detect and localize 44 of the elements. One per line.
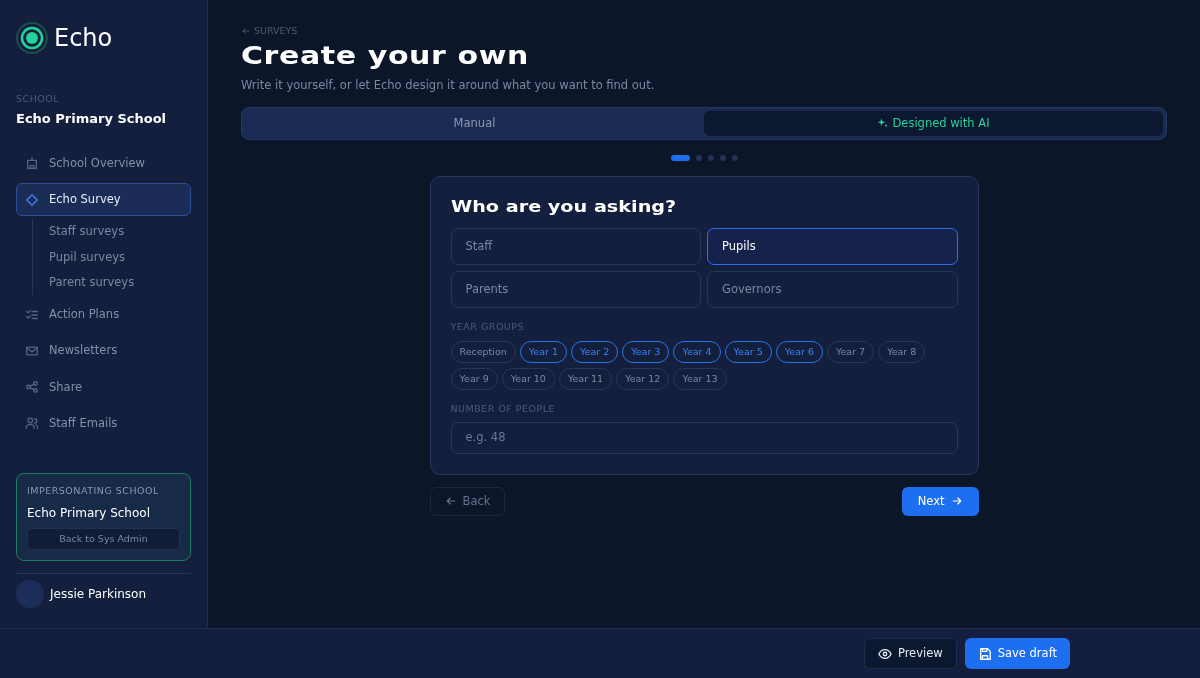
page-title: Create your own [241, 41, 530, 72]
sidebar-subitem[interactable]: Parent surveys [49, 269, 191, 295]
school-name: Echo Primary School [16, 110, 168, 129]
audience-option[interactable]: Parents [450, 271, 701, 309]
forward-arrow-icon [950, 495, 963, 508]
mode-tab[interactable]: Designed with AI [704, 110, 1163, 136]
sidebar-item[interactable]: Echo Survey [16, 183, 191, 217]
breadcrumb-link[interactable]: SURVEYS [241, 24, 1167, 39]
save-icon [977, 646, 992, 661]
back-to-admin-button[interactable]: Back to Sys Admin [27, 527, 180, 550]
school-name: Echo Primary School [27, 504, 151, 522]
sidebar-item[interactable]: Action Plans [16, 298, 191, 332]
share-icon [25, 380, 39, 395]
people-icon [25, 416, 39, 431]
eye-icon [877, 646, 892, 661]
sidebar-item[interactable]: Staff Emails [16, 406, 191, 440]
sidebar-subitem[interactable]: Pupil surveys [49, 244, 191, 270]
back-button[interactable]: Back [429, 486, 506, 516]
card-label: IMPERSONATING SCHOOL [27, 483, 160, 498]
card-heading: Who are you asking? [450, 196, 677, 216]
sidebar-subitem[interactable]: Staff surveys [49, 219, 191, 245]
sidebar-item[interactable]: Newsletters [16, 334, 191, 368]
audience-option[interactable]: Staff [450, 227, 701, 266]
diamond-icon [25, 192, 39, 207]
page-subtitle: Write it yourself, or let Echo design it around what you want to find out. [241, 77, 656, 95]
user-name: Jessie Parkinson [50, 586, 147, 603]
section-label: SCHOOL [16, 92, 61, 106]
sidebar-item[interactable]: Share [16, 370, 191, 404]
brand-name: Echo [54, 23, 113, 54]
checklist-icon [25, 307, 39, 322]
mail-icon [25, 343, 39, 358]
audience-option[interactable]: Governors [707, 271, 958, 309]
logo-icon [16, 22, 48, 54]
building-icon [25, 156, 39, 171]
avatar [16, 580, 44, 608]
preview-button[interactable]: Preview [863, 637, 957, 670]
sidebar-item[interactable]: School Overview [16, 146, 191, 180]
mode-tab[interactable]: Manual [245, 110, 704, 136]
number-field[interactable]: e.g. 48 [450, 422, 958, 454]
audience-option[interactable]: Pupils [707, 227, 958, 266]
next-button[interactable]: Next [901, 486, 979, 516]
back-arrow-icon [444, 495, 457, 508]
back-arrow-icon [241, 26, 251, 37]
save-draft-button[interactable]: Save draft [964, 637, 1070, 670]
